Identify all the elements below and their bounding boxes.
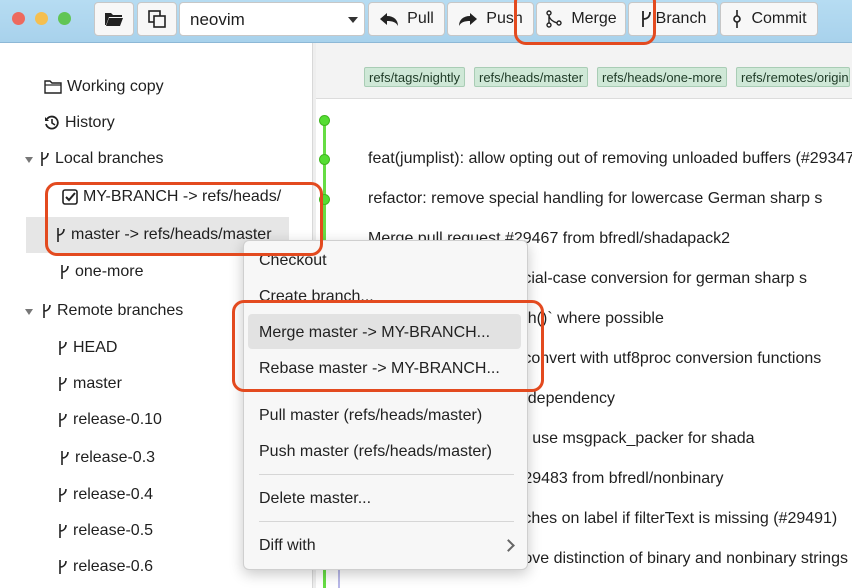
sidebar-item-label: release-0.10 <box>73 411 162 428</box>
sidebar-item-working-copy[interactable]: Working copy <box>44 78 164 96</box>
ref-tag[interactable]: refs/remotes/origin/ <box>736 67 850 87</box>
branch-icon <box>58 559 68 575</box>
commit-row[interactable]: ...ches on label if filterText is missin… <box>510 510 837 528</box>
sidebar-item-label: Working copy <box>67 78 164 95</box>
branch-icon <box>58 376 68 392</box>
pull-label: Pull <box>407 10 434 27</box>
sidebar-item-remote-release-0-6[interactable]: release-0.6 <box>58 558 153 576</box>
sidebar-item-label: HEAD <box>73 339 118 356</box>
sidebar-item-label: release-0.4 <box>73 486 154 503</box>
menu-item-push[interactable]: Push master (refs/heads/master) <box>259 443 492 461</box>
sidebar-item-label: one-more <box>75 263 144 280</box>
annotation-highlight-branches <box>45 182 323 256</box>
sidebar-item-label: master <box>73 375 122 392</box>
commit-row[interactable]: ...29483 from bfredl/nonbinary <box>510 470 723 488</box>
sidebar-item-label: release-0.3 <box>75 449 156 466</box>
folder-icon <box>44 80 62 94</box>
sidebar-item-history[interactable]: History <box>44 114 115 132</box>
branch-icon <box>58 340 68 356</box>
branch-icon <box>42 303 52 319</box>
sidebar-item-remote-release-0-10[interactable]: release-0.10 <box>58 411 162 429</box>
sidebar-section-remote-branches[interactable]: Remote branches <box>42 302 183 320</box>
repository-select[interactable]: neovim <box>179 2 365 36</box>
branch-icon <box>58 523 68 539</box>
close-window-icon[interactable] <box>12 12 25 25</box>
commit-row[interactable]: feat(jumplist): allow opting out of remo… <box>368 150 852 168</box>
expand-arrow-icon[interactable] <box>25 157 33 163</box>
commit-icon <box>731 9 743 29</box>
sidebar-item-label: History <box>65 114 115 131</box>
folder-open-icon <box>104 11 124 27</box>
copy-window-button[interactable] <box>137 2 177 36</box>
ref-tag[interactable]: refs/heads/master <box>474 67 589 87</box>
sidebar-item-label: release-0.5 <box>73 522 154 539</box>
sidebar-item-remote-release-0-5[interactable]: release-0.5 <box>58 522 153 540</box>
repository-select-value: neovim <box>190 10 245 29</box>
sidebar-item-one-more[interactable]: one-more <box>60 263 143 281</box>
commit-node <box>319 115 330 126</box>
sidebar-item-remote-release-0-3[interactable]: release-0.3 <box>60 449 155 467</box>
commit-row[interactable]: ...t use msgpack_packer for shada <box>510 430 755 448</box>
context-menu: Checkout Create branch... Merge master -… <box>243 240 528 570</box>
open-folder-button[interactable] <box>94 2 134 36</box>
menu-item-pull[interactable]: Pull master (refs/heads/master) <box>259 407 482 425</box>
sidebar-item-remote-release-0-4[interactable]: release-0.4 <box>58 486 153 504</box>
commit-row[interactable]: ...cial-case conversion for german sharp… <box>510 270 807 288</box>
commit-button[interactable]: Commit <box>720 2 818 36</box>
sidebar-section-local-branches[interactable]: Local branches <box>40 150 164 168</box>
branch-icon <box>60 264 70 280</box>
chevron-down-icon <box>348 17 358 23</box>
menu-item-diff-with[interactable]: Diff with <box>259 537 316 555</box>
branch-icon <box>40 151 50 167</box>
ref-tag[interactable]: refs/tags/nightly <box>364 67 466 87</box>
history-icon <box>44 115 60 131</box>
branch-icon <box>58 487 68 503</box>
sidebar-item-label: release-0.6 <box>73 558 154 575</box>
commit-label: Commit <box>751 10 807 27</box>
zoom-window-icon[interactable] <box>58 12 71 25</box>
commit-row[interactable]: ...ove distinction of binary and nonbina… <box>510 550 848 568</box>
sidebar-section-label: Remote branches <box>57 302 184 319</box>
pull-icon <box>379 11 399 27</box>
toolbar: neovim Pull Push Merge Branch Commit <box>0 0 852 43</box>
menu-separator <box>259 521 514 522</box>
expand-arrow-icon[interactable] <box>25 309 33 315</box>
branch-label: Branch <box>655 10 707 27</box>
sidebar-item-remote-head[interactable]: HEAD <box>58 339 117 357</box>
commit-node <box>319 154 330 165</box>
menu-item-delete[interactable]: Delete master... <box>259 490 371 508</box>
commit-row[interactable]: refactor: remove special handling for lo… <box>368 190 822 208</box>
annotation-highlight-menu <box>232 300 544 392</box>
ref-tag[interactable]: refs/heads/one-more <box>597 67 727 87</box>
chevron-right-icon <box>502 539 515 552</box>
sidebar-section-label: Local branches <box>55 150 164 167</box>
menu-separator <box>259 474 514 475</box>
push-icon <box>458 11 478 27</box>
minimize-window-icon[interactable] <box>35 12 48 25</box>
branch-icon <box>58 412 68 428</box>
annotation-highlight-merge <box>514 0 656 45</box>
branch-icon <box>60 450 70 466</box>
sidebar-item-remote-master[interactable]: master <box>58 375 122 393</box>
commit-row[interactable]: ...convert with utf8proc conversion func… <box>510 350 821 368</box>
pull-button[interactable]: Pull <box>368 2 445 36</box>
copy-icon <box>147 9 167 29</box>
